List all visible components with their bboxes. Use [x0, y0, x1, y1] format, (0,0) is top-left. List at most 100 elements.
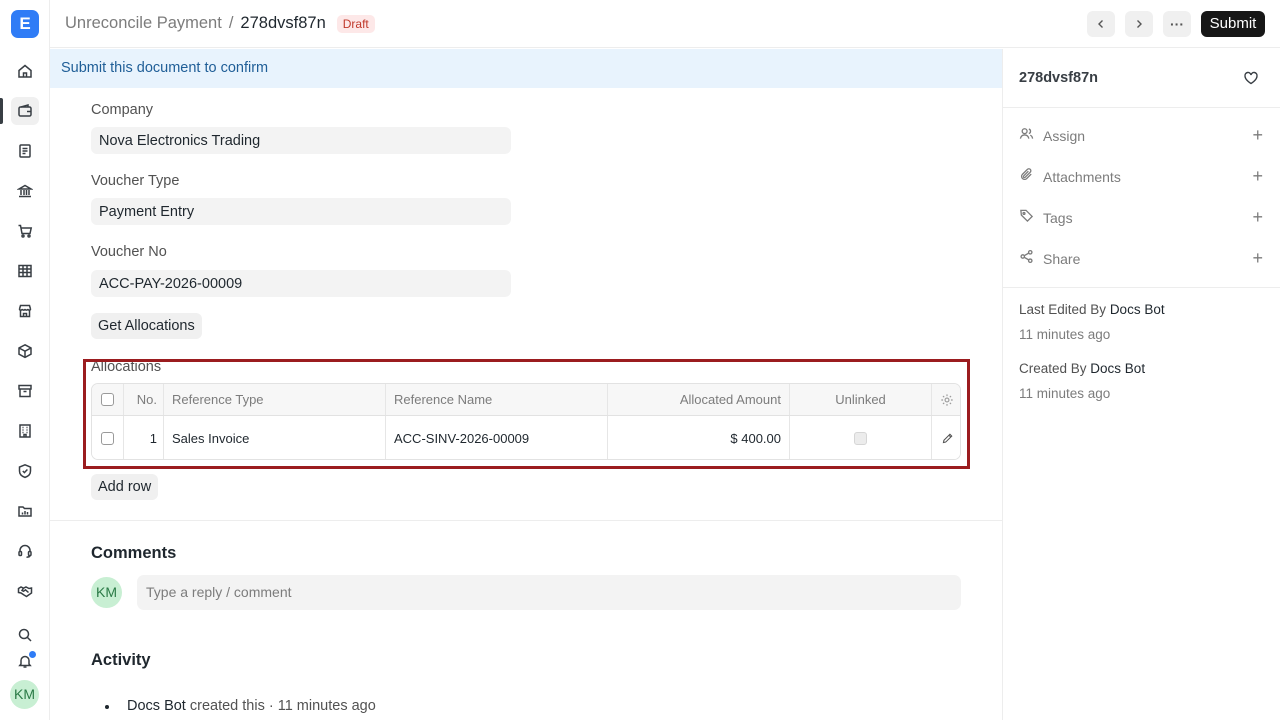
page-header: Unreconcile Payment / 278dvsf87n Draft ·… [50, 0, 1280, 48]
archive-icon[interactable] [11, 377, 39, 405]
cell-unlinked [790, 416, 932, 459]
sidebar-doc-name: 278dvsf87n [1019, 70, 1098, 86]
page-title: 278dvsf87n [240, 14, 326, 32]
bell-icon[interactable] [11, 647, 39, 675]
wallet-icon[interactable] [11, 97, 39, 125]
sidebar-tags[interactable]: Tags + [1019, 208, 1263, 228]
col-header-allocated-amount: Allocated Amount [608, 384, 790, 415]
app-logo[interactable]: E [11, 10, 39, 38]
user-avatar[interactable]: KM [10, 680, 39, 709]
activity-user[interactable]: Docs Bot [127, 698, 186, 714]
cell-reference-name[interactable]: ACC-SINV-2026-00009 [386, 416, 608, 459]
company-label: Company [91, 102, 154, 118]
activity-text: created this · 11 minutes ago [185, 698, 376, 714]
document-icon[interactable] [11, 137, 39, 165]
cell-allocated-amount[interactable]: $ 400.00 [608, 416, 790, 459]
cart-icon[interactable] [11, 217, 39, 245]
shield-icon[interactable] [11, 457, 39, 485]
icon-rail: E KM [0, 0, 50, 720]
active-indicator [0, 98, 3, 124]
row-select-cell [92, 416, 124, 459]
handshake-icon[interactable] [11, 577, 39, 605]
folder-chart-icon[interactable] [11, 497, 39, 525]
plus-icon[interactable]: + [1252, 208, 1263, 226]
headset-icon[interactable] [11, 537, 39, 565]
last-edited-prefix: Last Edited By [1019, 302, 1110, 317]
plus-icon[interactable]: + [1252, 126, 1263, 144]
add-row-button[interactable]: Add row [91, 474, 159, 500]
notification-dot [29, 651, 36, 658]
last-edited-user[interactable]: Docs Bot [1110, 302, 1165, 317]
activity-title: Activity [91, 651, 151, 669]
allocations-label: Allocations [91, 359, 162, 375]
activity-bullet [105, 705, 109, 709]
user-icon [1019, 126, 1034, 146]
created-time: 11 minutes ago [1019, 386, 1111, 401]
package-icon[interactable] [11, 337, 39, 365]
cell-no: 1 [124, 416, 164, 459]
plus-icon[interactable]: + [1252, 249, 1263, 267]
cell-reference-type[interactable]: Sales Invoice [164, 416, 386, 459]
form-main: Submit this document to confirm Company … [50, 49, 1002, 720]
created-info: Created By Docs Bot [1019, 361, 1145, 376]
building-icon[interactable] [11, 417, 39, 445]
tags-label: Tags [1043, 210, 1073, 226]
breadcrumb-doctype[interactable]: Unreconcile Payment [65, 14, 222, 33]
col-header-reference-type: Reference Type [164, 384, 386, 415]
created-user[interactable]: Docs Bot [1090, 361, 1145, 376]
attachments-label: Attachments [1043, 169, 1121, 185]
breadcrumb: Unreconcile Payment / 278dvsf87n Draft [65, 14, 375, 33]
unlinked-checkbox [854, 431, 867, 445]
company-field[interactable]: Nova Electronics Trading [91, 127, 511, 154]
section-divider [50, 520, 1002, 521]
get-allocations-button[interactable]: Get Allocations [91, 313, 202, 339]
comment-avatar: KM [91, 577, 122, 608]
heart-icon [1244, 71, 1258, 85]
col-header-reference-name: Reference Name [386, 384, 608, 415]
pencil-icon [942, 433, 952, 443]
sidebar-share[interactable]: Share + [1019, 249, 1263, 269]
next-doc-button[interactable] [1125, 11, 1153, 37]
voucher-no-label: Voucher No [91, 244, 167, 260]
assign-label: Assign [1043, 128, 1086, 144]
submit-banner: Submit this document to confirm [50, 49, 1002, 88]
like-button[interactable] [1243, 70, 1259, 91]
gear-icon [941, 393, 953, 406]
row-checkbox[interactable] [101, 431, 114, 445]
table-header: No. Reference Type Reference Name Alloca… [92, 384, 960, 416]
table-row[interactable]: 1 Sales Invoice ACC-SINV-2026-00009 $ 40… [92, 416, 960, 459]
table-icon[interactable] [11, 257, 39, 285]
activity-item: Docs Bot created this · 11 minutes ago [105, 698, 376, 714]
more-actions-button[interactable]: ··· [1163, 11, 1191, 37]
submit-button[interactable]: Submit [1201, 11, 1265, 37]
chevron-right-icon [1137, 20, 1142, 28]
sidebar-divider [1003, 287, 1280, 288]
allocations-table: No. Reference Type Reference Name Alloca… [91, 383, 961, 460]
col-header-unlinked: Unlinked [790, 384, 932, 415]
home-icon[interactable] [11, 57, 39, 85]
col-header-no: No. [124, 384, 164, 415]
comments-title: Comments [91, 544, 177, 562]
bank-icon[interactable] [11, 177, 39, 205]
store-icon[interactable] [11, 297, 39, 325]
form-sidebar: 278dvsf87n Assign + Attachments + Tags +… [1002, 49, 1280, 720]
sidebar-assign[interactable]: Assign + [1019, 126, 1263, 146]
comment-input[interactable]: Type a reply / comment [137, 575, 961, 610]
voucher-no-field[interactable]: ACC-PAY-2026-00009 [91, 270, 511, 297]
paperclip-icon [1019, 167, 1034, 187]
last-edited-time: 11 minutes ago [1019, 327, 1111, 342]
column-settings-button[interactable] [932, 384, 960, 415]
tag-icon [1019, 208, 1034, 228]
voucher-type-field[interactable]: Payment Entry [91, 198, 511, 225]
sidebar-divider [1003, 107, 1280, 108]
select-all-checkbox[interactable] [101, 393, 114, 406]
last-edited-info: Last Edited By Docs Bot [1019, 302, 1165, 317]
search-icon[interactable] [11, 621, 39, 649]
created-prefix: Created By [1019, 361, 1091, 376]
previous-doc-button[interactable] [1087, 11, 1115, 37]
edit-row-button[interactable] [932, 416, 960, 459]
plus-icon[interactable]: + [1252, 167, 1263, 185]
sidebar-attachments[interactable]: Attachments + [1019, 167, 1263, 187]
share-icon [1019, 249, 1034, 269]
voucher-type-label: Voucher Type [91, 173, 180, 189]
